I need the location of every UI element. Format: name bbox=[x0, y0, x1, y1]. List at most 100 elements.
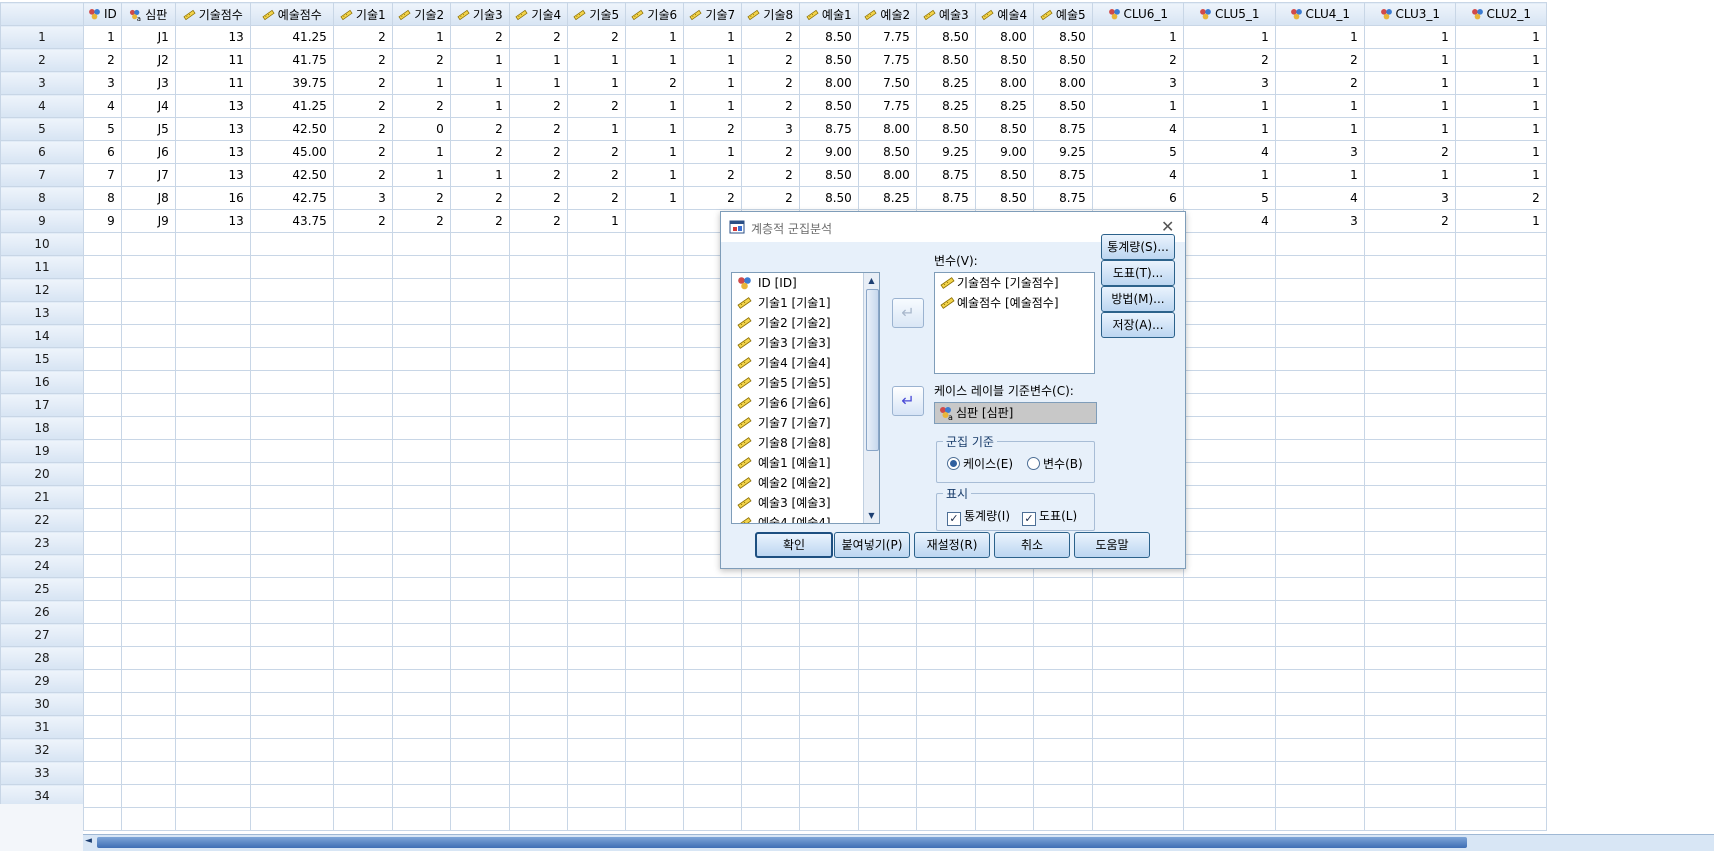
row-header[interactable]: 33 bbox=[0, 761, 84, 785]
data-cell[interactable] bbox=[740, 715, 800, 739]
data-cell[interactable] bbox=[1454, 692, 1547, 716]
data-cell[interactable] bbox=[391, 623, 451, 647]
data-cell[interactable]: 2 bbox=[332, 94, 393, 118]
data-cell[interactable] bbox=[624, 439, 684, 463]
data-cell[interactable] bbox=[974, 761, 1034, 785]
data-cell[interactable] bbox=[83, 232, 122, 256]
data-cell[interactable] bbox=[332, 623, 393, 647]
data-cell[interactable] bbox=[1091, 807, 1184, 831]
data-cell[interactable] bbox=[566, 439, 626, 463]
data-cell[interactable] bbox=[1182, 370, 1276, 394]
data-cell[interactable]: 1 bbox=[1363, 117, 1456, 141]
data-cell[interactable] bbox=[1454, 301, 1547, 325]
data-cell[interactable] bbox=[391, 278, 451, 302]
data-cell[interactable]: 4 bbox=[1182, 209, 1276, 233]
data-cell[interactable] bbox=[332, 324, 393, 348]
data-cell[interactable] bbox=[1182, 692, 1276, 716]
data-cell[interactable] bbox=[391, 531, 451, 555]
data-cell[interactable] bbox=[682, 761, 742, 785]
data-cell[interactable]: 2 bbox=[391, 209, 451, 233]
data-cell[interactable] bbox=[1032, 761, 1093, 785]
data-cell[interactable]: 8.50 bbox=[798, 25, 859, 49]
data-cell[interactable]: 7.75 bbox=[857, 25, 917, 49]
data-cell[interactable] bbox=[332, 393, 393, 417]
data-cell[interactable]: 7.75 bbox=[857, 48, 917, 72]
row-header[interactable]: 19 bbox=[0, 439, 84, 463]
data-cell[interactable] bbox=[1363, 623, 1456, 647]
data-cell[interactable]: 1 bbox=[566, 209, 626, 233]
data-cell[interactable] bbox=[1454, 669, 1547, 693]
data-cell[interactable] bbox=[974, 784, 1034, 808]
data-cell[interactable]: 5 bbox=[83, 117, 122, 141]
row-header[interactable]: 32 bbox=[0, 738, 84, 762]
data-cell[interactable]: 2 bbox=[740, 25, 800, 49]
data-cell[interactable] bbox=[1274, 577, 1365, 601]
data-cell[interactable] bbox=[1274, 324, 1365, 348]
data-cell[interactable]: 2 bbox=[391, 94, 451, 118]
data-cell[interactable] bbox=[174, 715, 251, 739]
data-cell[interactable]: 8.50 bbox=[1032, 25, 1093, 49]
data-cell[interactable]: 1 bbox=[1182, 117, 1276, 141]
data-cell[interactable] bbox=[1454, 623, 1547, 647]
data-cell[interactable]: 8.50 bbox=[1032, 94, 1093, 118]
data-cell[interactable] bbox=[566, 715, 626, 739]
data-cell[interactable] bbox=[1363, 692, 1456, 716]
data-cell[interactable]: 41.75 bbox=[249, 48, 334, 72]
data-cell[interactable]: 1 bbox=[624, 25, 684, 49]
data-cell[interactable] bbox=[449, 393, 510, 417]
data-cell[interactable] bbox=[798, 738, 859, 762]
data-cell[interactable]: 1 bbox=[391, 71, 451, 95]
data-cell[interactable] bbox=[740, 692, 800, 716]
data-cell[interactable] bbox=[332, 738, 393, 762]
list-item[interactable]: 기술8 [기술8] bbox=[732, 433, 879, 453]
column-header[interactable]: 기술4 bbox=[508, 2, 568, 26]
data-cell[interactable] bbox=[174, 692, 251, 716]
data-cell[interactable]: 1 bbox=[1363, 48, 1456, 72]
data-cell[interactable]: 1 bbox=[1454, 117, 1547, 141]
data-cell[interactable] bbox=[249, 531, 334, 555]
column-header[interactable]: CLU2_1 bbox=[1454, 2, 1547, 26]
data-cell[interactable] bbox=[391, 393, 451, 417]
data-cell[interactable] bbox=[624, 554, 684, 578]
data-cell[interactable]: 8.50 bbox=[798, 94, 859, 118]
data-cell[interactable] bbox=[1091, 784, 1184, 808]
data-cell[interactable] bbox=[915, 715, 976, 739]
data-cell[interactable] bbox=[1363, 301, 1456, 325]
data-cell[interactable] bbox=[1274, 784, 1365, 808]
data-cell[interactable]: 1 bbox=[508, 71, 568, 95]
data-cell[interactable] bbox=[508, 715, 568, 739]
data-cell[interactable] bbox=[83, 255, 122, 279]
data-cell[interactable] bbox=[83, 370, 122, 394]
column-header[interactable]: CLU4_1 bbox=[1274, 2, 1365, 26]
data-cell[interactable] bbox=[1274, 485, 1365, 509]
data-cell[interactable]: 2 bbox=[1182, 48, 1276, 72]
data-cell[interactable] bbox=[249, 577, 334, 601]
data-cell[interactable] bbox=[83, 715, 122, 739]
data-cell[interactable] bbox=[508, 531, 568, 555]
data-cell[interactable] bbox=[120, 485, 176, 509]
data-cell[interactable]: 2 bbox=[332, 163, 393, 187]
data-cell[interactable] bbox=[249, 646, 334, 670]
checkbox-plots[interactable]: ✓ 도표(L) bbox=[1022, 507, 1077, 526]
data-cell[interactable] bbox=[566, 600, 626, 624]
data-cell[interactable]: 1 bbox=[449, 71, 510, 95]
data-cell[interactable] bbox=[1182, 531, 1276, 555]
data-cell[interactable] bbox=[1274, 623, 1365, 647]
data-cell[interactable] bbox=[624, 784, 684, 808]
data-cell[interactable] bbox=[83, 301, 122, 325]
data-cell[interactable]: 8.75 bbox=[915, 163, 976, 187]
list-item[interactable]: ID [ID] bbox=[732, 273, 879, 293]
data-cell[interactable]: 45.00 bbox=[249, 140, 334, 164]
data-cell[interactable] bbox=[1454, 554, 1547, 578]
data-cell[interactable]: 1 bbox=[508, 48, 568, 72]
data-cell[interactable] bbox=[332, 554, 393, 578]
data-cell[interactable] bbox=[1274, 646, 1365, 670]
data-cell[interactable] bbox=[449, 669, 510, 693]
data-cell[interactable] bbox=[857, 692, 917, 716]
data-cell[interactable] bbox=[449, 600, 510, 624]
data-cell[interactable] bbox=[624, 324, 684, 348]
data-cell[interactable] bbox=[1182, 807, 1276, 831]
data-cell[interactable]: 2 bbox=[508, 117, 568, 141]
data-cell[interactable] bbox=[174, 393, 251, 417]
data-cell[interactable]: 8.50 bbox=[857, 140, 917, 164]
